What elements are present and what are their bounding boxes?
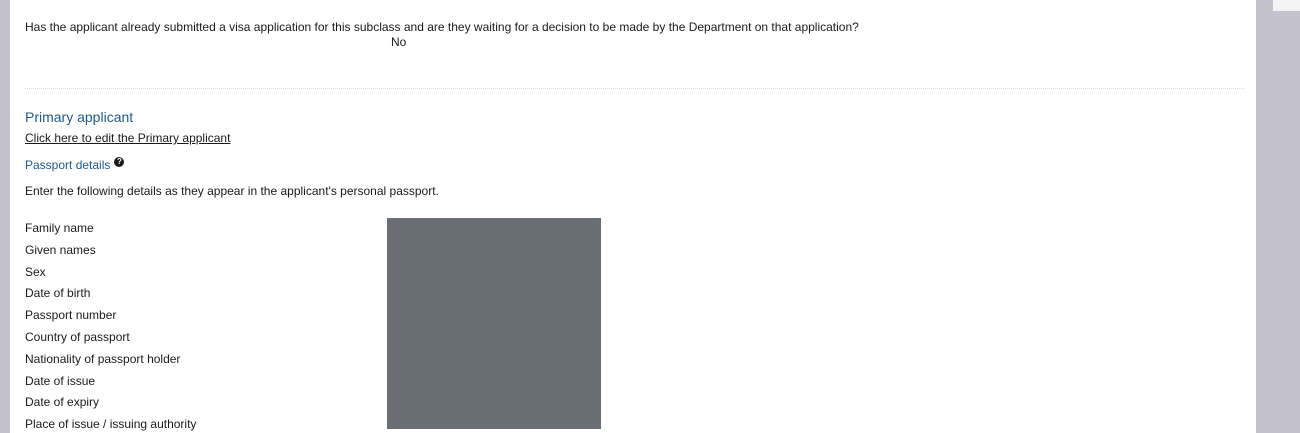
field-label-place-of-issue: Place of issue / issuing authority [25, 417, 197, 432]
edit-primary-applicant-link[interactable]: Click here to edit the Primary applicant [25, 131, 230, 145]
question-circle-icon[interactable]: ? [114, 157, 125, 167]
field-label-date-of-issue: Date of issue [25, 373, 96, 388]
field-label-sex: Sex [25, 264, 46, 279]
passport-details-title: Passport details [25, 158, 111, 172]
redacted-values-block [387, 218, 601, 429]
scrollbar-notch [1273, 0, 1300, 11]
field-label-date-of-birth: Date of birth [25, 286, 91, 301]
field-label-family-name: Family name [25, 221, 94, 235]
passport-details-heading: Passport details ? [25, 157, 125, 173]
section-title-primary-applicant: Primary applicant [25, 109, 134, 125]
field-label-passport-number: Passport number [25, 308, 117, 323]
passport-field-labels: Family name Given names Sex Date of birt… [25, 221, 196, 433]
section-divider [25, 88, 1244, 89]
right-frame-border [1256, 0, 1300, 433]
field-label-country-of-passport: Country of passport [25, 329, 130, 344]
passport-instructions: Enter the following details as they appe… [25, 184, 439, 198]
field-label-nationality: Nationality of passport holder [25, 351, 181, 366]
field-label-date-of-expiry: Date of expiry [25, 395, 100, 410]
answer-value: No [391, 35, 407, 49]
question-text: Has the applicant already submitted a vi… [25, 20, 859, 34]
field-label-given-names: Given names [25, 242, 96, 257]
left-frame-border [0, 0, 10, 433]
form-panel: Has the applicant already submitted a vi… [10, 0, 1256, 433]
